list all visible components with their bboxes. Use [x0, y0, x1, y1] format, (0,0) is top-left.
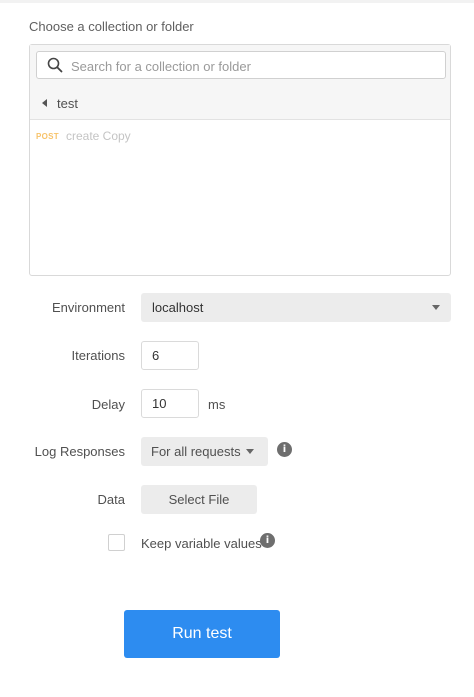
- delay-input[interactable]: [141, 389, 199, 418]
- keep-variable-label: Keep variable values: [141, 536, 262, 551]
- run-test-button[interactable]: Run test: [124, 610, 280, 658]
- chevron-down-icon: [246, 449, 254, 454]
- search-box[interactable]: [36, 51, 446, 79]
- request-method-badge: POST: [36, 131, 59, 141]
- delay-label: Delay: [91, 397, 125, 412]
- request-name: create Copy: [65, 129, 131, 143]
- environment-select[interactable]: localhost: [141, 293, 451, 322]
- collection-picker-header: test: [30, 45, 450, 120]
- folder-back-link[interactable]: test: [42, 95, 78, 111]
- iterations-label: Iterations: [71, 348, 125, 363]
- iterations-input[interactable]: [141, 341, 199, 370]
- select-file-button[interactable]: Select File: [141, 485, 257, 514]
- chevron-down-icon: [432, 305, 440, 310]
- log-responses-select[interactable]: For all requests: [141, 437, 268, 466]
- collection-picker: test POST create Copy: [29, 44, 451, 276]
- search-icon: [47, 57, 63, 73]
- top-divider: [0, 0, 474, 3]
- request-list-item[interactable]: POST create Copy: [36, 129, 131, 143]
- environment-label: Environment: [52, 300, 125, 315]
- search-input[interactable]: [71, 56, 431, 76]
- info-icon[interactable]: i: [260, 533, 275, 548]
- collection-section-label: Choose a collection or folder: [29, 19, 194, 34]
- current-folder-name: test: [57, 95, 78, 111]
- environment-value: localhost: [152, 300, 204, 315]
- info-icon[interactable]: i: [277, 442, 292, 457]
- caret-left-icon: [42, 99, 47, 107]
- log-responses-label: Log Responses: [34, 444, 125, 459]
- log-responses-value: For all requests: [151, 444, 241, 459]
- data-label: Data: [97, 492, 125, 507]
- keep-variable-checkbox[interactable]: [108, 534, 125, 551]
- delay-unit-label: ms: [208, 397, 226, 412]
